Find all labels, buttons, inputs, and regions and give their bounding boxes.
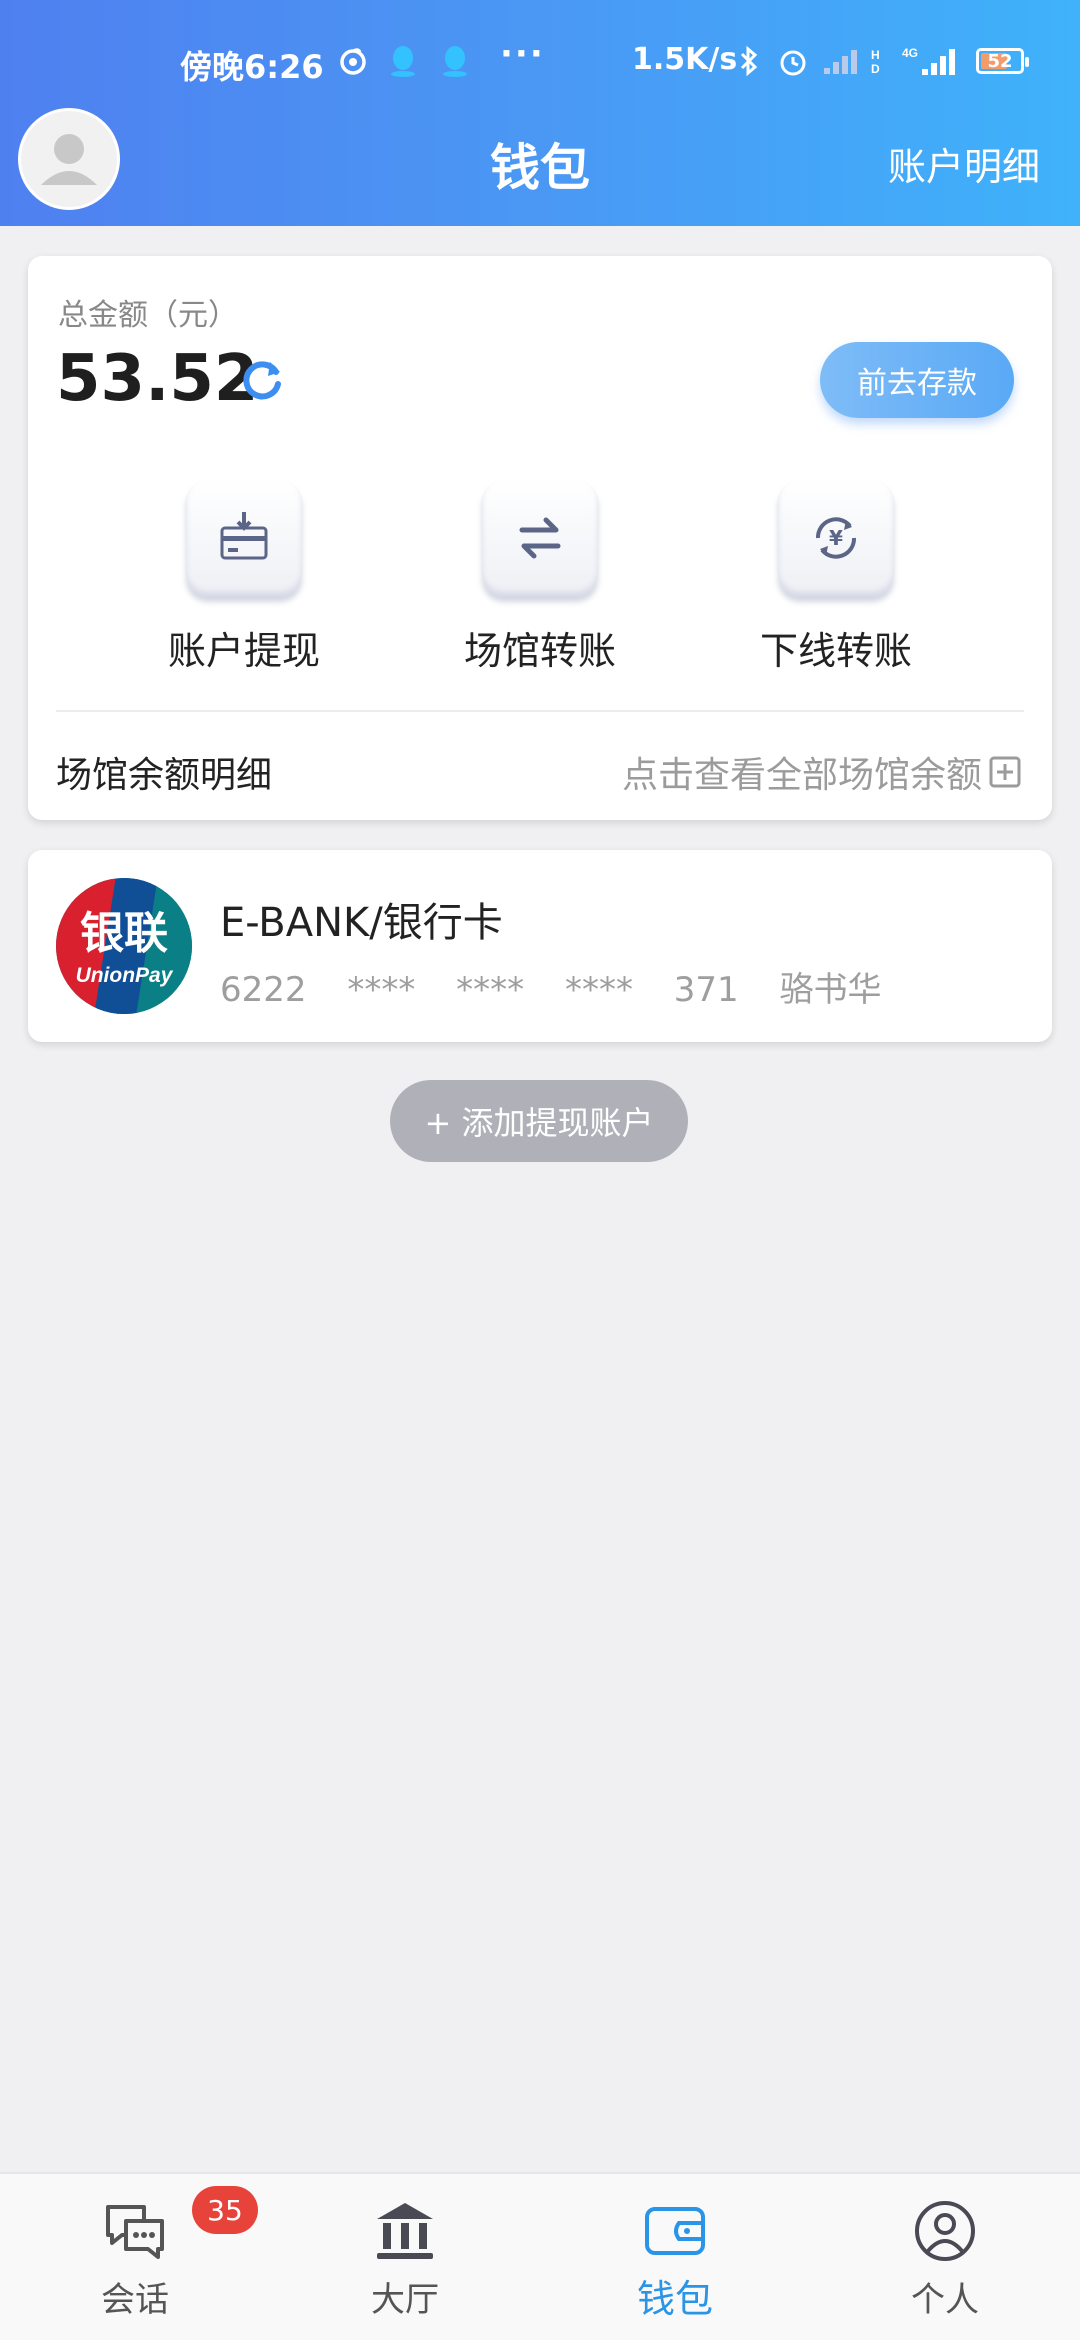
account-details-link[interactable]: 账户明细 xyxy=(888,136,1040,191)
battery-level: 52 xyxy=(987,50,1013,72)
deposit-button[interactable]: 前去存款 xyxy=(820,342,1014,418)
bank-card-number: 6222 **** **** **** 371 骆书华 xyxy=(220,970,882,1010)
transfer-arrows-icon xyxy=(482,480,598,596)
expand-plus-icon xyxy=(989,756,1021,788)
venue-transfer-label: 场馆转账 xyxy=(463,629,616,673)
qq-icon xyxy=(386,44,420,78)
venue-transfer-action[interactable]: 场馆转账 xyxy=(420,480,660,680)
nav-label-profile: 个人 xyxy=(911,2280,979,2320)
wallet-icon xyxy=(640,2196,710,2266)
status-bar: 傍晚6:26 ··· 1.5K/s HD 4G 52 xyxy=(0,0,1080,90)
nav-label-chat: 会话 xyxy=(101,2280,169,2320)
wallet-actions: 账户提现 场馆转账 ¥ 下线转账 xyxy=(28,480,1052,680)
add-withdraw-account-button[interactable]: + 添加提现账户 xyxy=(390,1080,688,1162)
status-time: 傍晚6:26 xyxy=(180,48,324,86)
svg-text:D: D xyxy=(871,62,880,76)
logo-text-cn: 银联 xyxy=(80,908,168,959)
venue-balance-link[interactable]: 点击查看全部场馆余额 xyxy=(622,746,1022,798)
nav-item-hall[interactable]: 大厅 xyxy=(270,2174,540,2340)
network-speed: 1.5K/s xyxy=(632,42,738,77)
downline-transfer-label: 下线转账 xyxy=(759,629,912,673)
chat-icon xyxy=(100,2196,170,2266)
signal-icon-weak xyxy=(820,44,864,78)
nav-item-chat[interactable]: 会话 35 xyxy=(0,2174,270,2340)
svg-text:4G: 4G xyxy=(902,46,918,60)
withdraw-action[interactable]: 账户提现 xyxy=(124,480,364,680)
nav-label-hall: 大厅 xyxy=(371,2280,439,2320)
nav-label-wallet: 钱包 xyxy=(636,2277,713,2321)
unread-badge: 35 xyxy=(192,2186,258,2234)
total-amount-label: 总金额（元） xyxy=(58,298,238,333)
battery-icon: 52 xyxy=(976,48,1029,74)
status-more-dots: ··· xyxy=(500,34,545,74)
card-withdraw-icon xyxy=(186,480,302,596)
alarm-icon xyxy=(776,44,810,78)
svg-text:H: H xyxy=(871,48,880,62)
bank-name: E-BANK/银行卡 xyxy=(220,900,503,946)
yuan-transfer-icon: ¥ xyxy=(778,480,894,596)
nav-item-wallet[interactable]: 钱包 xyxy=(540,2174,810,2340)
wallet-summary-card: 总金额（元） 53.52 前去存款 账户提现 场馆转账 ¥ 下线转账 场馆余额明… xyxy=(28,256,1052,820)
withdraw-label: 账户提现 xyxy=(167,629,320,673)
downline-transfer-action[interactable]: ¥ 下线转账 xyxy=(716,480,956,680)
logo-text-en: UnionPay xyxy=(76,964,174,987)
venue-balance-label: 场馆余额明细 xyxy=(56,755,273,796)
profile-icon xyxy=(910,2196,980,2266)
qq-icon-2 xyxy=(438,44,472,78)
refresh-icon[interactable] xyxy=(236,354,288,406)
hall-icon xyxy=(370,2196,440,2266)
total-amount-value: 53.52 xyxy=(56,342,259,416)
signal-4g-icon: 4G xyxy=(898,44,962,78)
nav-item-profile[interactable]: 个人 xyxy=(810,2174,1080,2340)
venue-balance-link-text: 点击查看全部场馆余额 xyxy=(621,755,982,796)
bottom-nav: 会话 35 大厅 钱包 个人 xyxy=(0,2172,1080,2340)
hd-icon: HD xyxy=(866,44,888,78)
unionpay-logo: 银联 UnionPay xyxy=(54,876,194,1016)
divider xyxy=(56,710,1024,712)
svg-text:¥: ¥ xyxy=(829,526,843,550)
netease-music-icon xyxy=(336,44,370,78)
bluetooth-icon xyxy=(732,44,766,78)
bank-account-card[interactable]: 银联 UnionPay E-BANK/银行卡 6222 **** **** **… xyxy=(28,850,1052,1042)
